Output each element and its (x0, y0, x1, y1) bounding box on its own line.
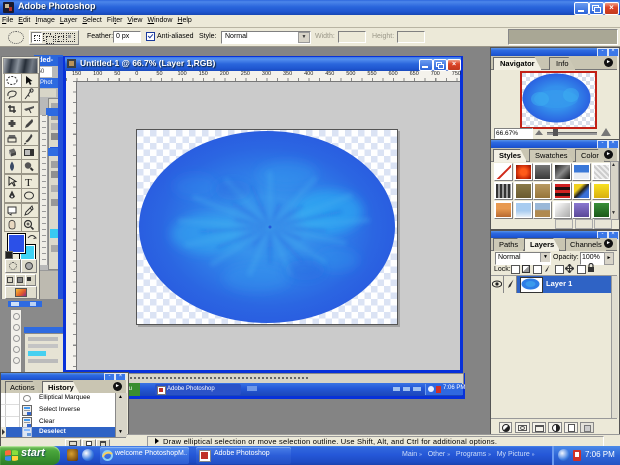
svg-text:T: T (25, 177, 32, 188)
